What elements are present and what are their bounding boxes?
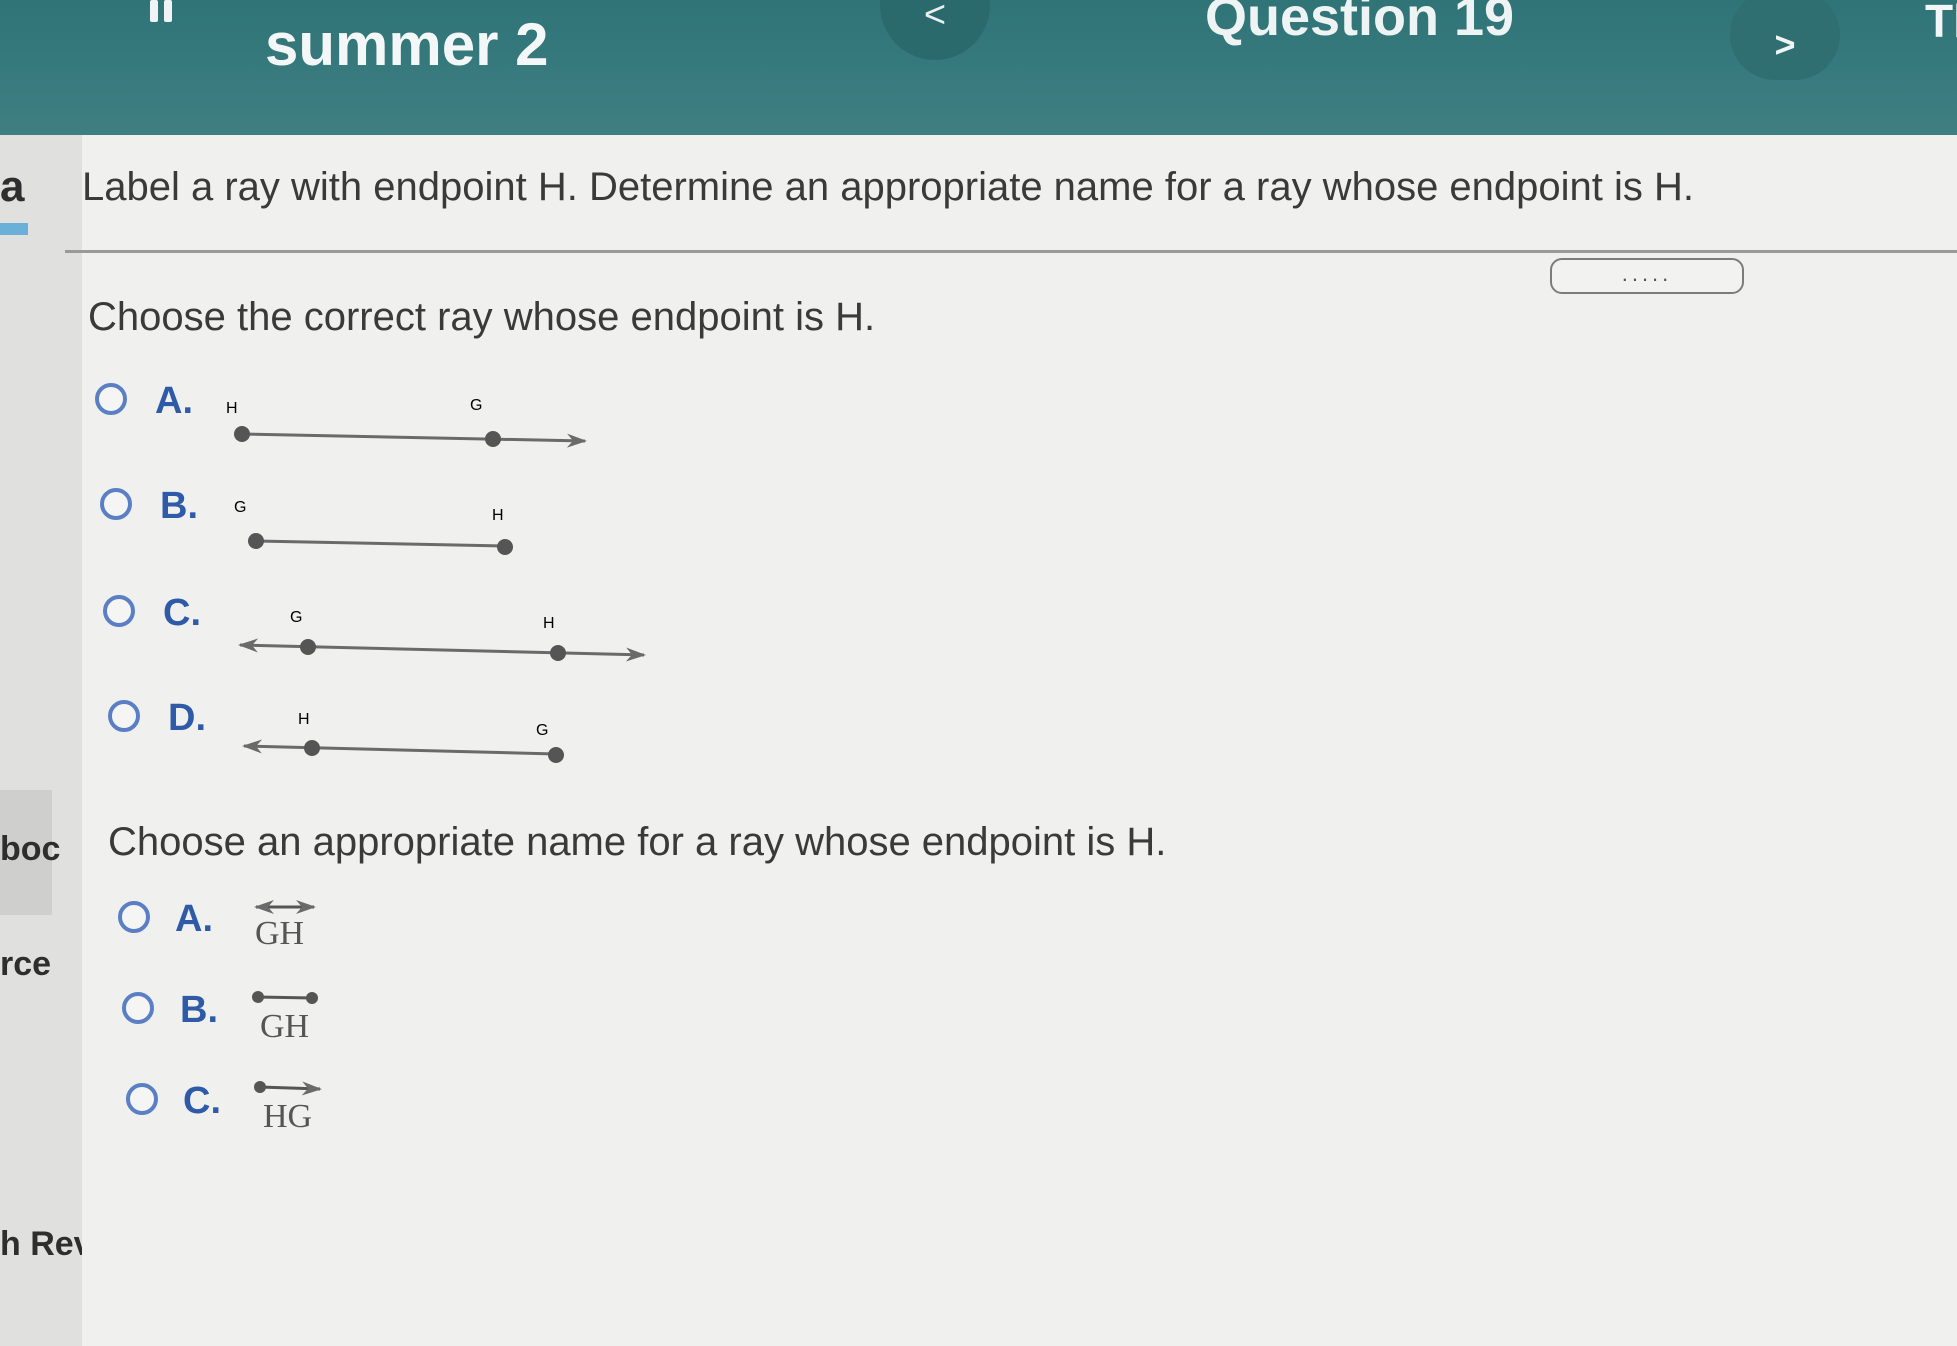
point-g-dot	[300, 639, 316, 655]
option-letter: B.	[160, 485, 198, 527]
point-g-dot	[548, 747, 564, 763]
point-h-dot	[550, 645, 566, 661]
radio-button[interactable]	[103, 595, 135, 627]
ray-name: GH	[260, 1008, 310, 1045]
ray-a: H G	[226, 397, 587, 448]
point-label: G	[536, 722, 548, 739]
point-g-dot	[248, 533, 264, 549]
point-h-dot	[234, 426, 250, 442]
radio-button[interactable]	[126, 1083, 158, 1115]
option-letter: C.	[183, 1080, 221, 1122]
point-g-dot	[485, 431, 501, 447]
point-h-dot	[304, 740, 320, 756]
symbol-segment-b	[252, 991, 318, 1004]
segment-b: G H	[234, 499, 513, 555]
option-letter: C.	[163, 592, 201, 634]
line-c: G H	[238, 609, 646, 662]
part2-prompt: Choose an appropriate name for a ray who…	[108, 820, 1167, 864]
point-label: G	[234, 499, 246, 516]
radio-button[interactable]	[118, 901, 150, 933]
point-h-dot	[497, 539, 513, 555]
ray-d: H G	[242, 711, 564, 763]
point-label: H	[298, 711, 310, 728]
radio-button[interactable]	[100, 488, 132, 520]
ray-name: GH	[255, 915, 305, 952]
symbol-ray-c	[254, 1081, 322, 1096]
radio-button[interactable]	[122, 992, 154, 1024]
ray-name: HG	[263, 1098, 313, 1135]
point-label: H	[543, 615, 555, 632]
point-label: H	[226, 400, 238, 417]
point-label: G	[290, 609, 302, 626]
option-letter: D.	[168, 697, 206, 739]
geometry-figures: H G G H G H H G	[226, 397, 646, 1096]
point-label: G	[470, 397, 482, 414]
option-letter: A.	[175, 898, 213, 940]
option-letter: B.	[180, 989, 218, 1031]
radio-button[interactable]	[108, 700, 140, 732]
point-label: H	[492, 507, 504, 524]
